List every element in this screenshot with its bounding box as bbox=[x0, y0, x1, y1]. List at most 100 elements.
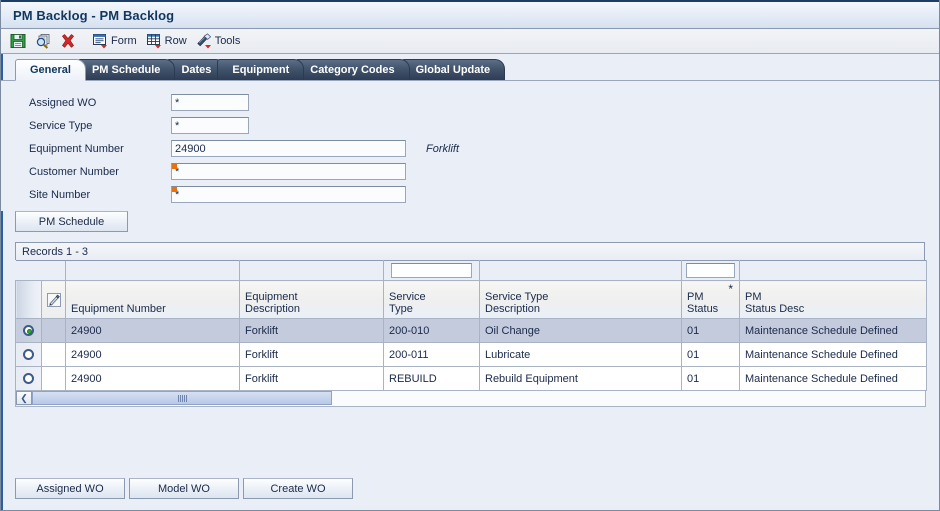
field-row-assigned-wo: Assigned WO bbox=[1, 91, 939, 114]
tab-general-label: General bbox=[30, 64, 71, 76]
filter-cell-pm-status bbox=[681, 260, 740, 281]
save-button[interactable] bbox=[7, 31, 29, 52]
find-button[interactable] bbox=[32, 31, 54, 52]
delete-icon bbox=[60, 33, 76, 49]
tab-global-update[interactable]: Global Update bbox=[400, 59, 506, 80]
site-number-input[interactable] bbox=[171, 186, 406, 203]
filter-cell-selector bbox=[15, 260, 42, 281]
filter-cell-service-type bbox=[383, 260, 480, 281]
grid-horizontal-scrollbar[interactable]: ❮ bbox=[15, 391, 926, 407]
header-pm-status-desc-line2: Status Desc bbox=[745, 303, 805, 315]
main-toolbar: Form Row Tools bbox=[1, 29, 939, 54]
table-row[interactable]: 24900 Forklift REBUILD Rebuild Equipment… bbox=[15, 366, 927, 391]
grid-zone: PM Schedule Records 1 - 3 Equipment Numb… bbox=[1, 211, 939, 407]
cell-service-type: REBUILD bbox=[383, 366, 480, 391]
cell-pm-status: 01 bbox=[681, 318, 740, 343]
pm-schedule-button[interactable]: PM Schedule bbox=[15, 211, 128, 232]
filter-cell-equipment-description bbox=[239, 260, 384, 281]
row-selector-cell[interactable] bbox=[15, 318, 42, 343]
equipment-number-label: Equipment Number bbox=[29, 142, 124, 155]
customer-number-input[interactable] bbox=[171, 163, 406, 180]
header-equipment-description[interactable]: Equipment Description bbox=[239, 280, 384, 319]
footer-button-bar: Assigned WO Model WO Create WO bbox=[15, 478, 353, 499]
equipment-number-input[interactable] bbox=[171, 140, 406, 157]
row-selector-cell[interactable] bbox=[15, 342, 42, 367]
cell-equipment-description: Forklift bbox=[239, 366, 384, 391]
table-row[interactable]: 24900 Forklift 200-011 Lubricate 01 Main… bbox=[15, 342, 927, 367]
tools-menu-button[interactable]: Tools bbox=[193, 31, 244, 52]
grip-icon bbox=[177, 394, 187, 402]
field-row-customer-number: Customer Number bbox=[1, 160, 939, 183]
cell-pm-status-desc: Maintenance Schedule Defined bbox=[739, 342, 927, 367]
equipment-description-text: Forklift bbox=[426, 142, 459, 155]
tab-pm-schedule-label: PM Schedule bbox=[91, 64, 161, 76]
row-edit-cell[interactable] bbox=[41, 342, 66, 367]
row-menu-label: Row bbox=[164, 35, 187, 47]
cell-equipment-description: Forklift bbox=[239, 318, 384, 343]
window-title-bar: PM Backlog - PM Backlog bbox=[1, 0, 939, 29]
save-icon bbox=[10, 33, 26, 49]
form-icon bbox=[92, 33, 108, 49]
create-wo-button[interactable]: Create WO bbox=[243, 478, 353, 499]
find-icon bbox=[35, 33, 51, 49]
row-radio-icon[interactable] bbox=[23, 373, 34, 385]
grid-filter-row bbox=[15, 260, 927, 281]
header-equipment-number[interactable]: Equipment Number bbox=[65, 280, 240, 319]
row-radio-icon[interactable] bbox=[23, 349, 34, 361]
cell-service-type: 200-011 bbox=[383, 342, 480, 367]
tab-pm-schedule[interactable]: PM Schedule bbox=[76, 59, 176, 80]
tools-menu-label: Tools bbox=[214, 35, 241, 47]
row-radio-icon[interactable] bbox=[23, 325, 34, 337]
header-equipment-number-label: Equipment Number bbox=[71, 303, 166, 315]
assigned-wo-button[interactable]: Assigned WO bbox=[15, 478, 125, 499]
row-selector-cell[interactable] bbox=[15, 366, 42, 391]
delete-button[interactable] bbox=[57, 31, 79, 52]
filter-cell-equipment-number bbox=[65, 260, 240, 281]
header-service-type-line2: Type bbox=[389, 303, 413, 315]
row-menu-button[interactable]: Row bbox=[143, 31, 190, 52]
row-icon bbox=[146, 33, 162, 49]
cell-service-type-description: Rebuild Equipment bbox=[479, 366, 682, 391]
records-count-label: Records 1 - 3 bbox=[22, 245, 89, 258]
tab-global-update-label: Global Update bbox=[415, 64, 491, 76]
form-menu-label: Form bbox=[111, 35, 137, 47]
header-pm-status-desc[interactable]: PM Status Desc bbox=[739, 280, 927, 319]
row-edit-cell[interactable] bbox=[41, 366, 66, 391]
tab-equipment[interactable]: Equipment bbox=[217, 59, 305, 80]
pencil-icon bbox=[46, 292, 62, 308]
table-row[interactable]: 24900 Forklift 200-010 Oil Change 01 Mai… bbox=[15, 318, 927, 343]
cell-equipment-number: 24900 bbox=[65, 366, 240, 391]
filter-input-pm-status[interactable] bbox=[685, 263, 735, 278]
row-edit-cell[interactable] bbox=[41, 318, 66, 343]
customer-number-label: Customer Number bbox=[29, 165, 119, 178]
pm-schedule-grid: Equipment Number Equipment Description S… bbox=[15, 260, 927, 391]
cell-pm-status-desc: Maintenance Schedule Defined bbox=[739, 366, 927, 391]
header-service-type-description-line2: Description bbox=[485, 303, 541, 315]
assigned-wo-input[interactable] bbox=[171, 94, 249, 111]
page-title: PM Backlog - PM Backlog bbox=[13, 7, 175, 23]
service-type-input-wrap bbox=[171, 117, 249, 134]
tab-general[interactable]: General bbox=[15, 59, 86, 81]
header-service-type-description-line1: Service Type bbox=[485, 291, 549, 303]
filter-input-service-type[interactable] bbox=[390, 263, 473, 278]
site-number-input-wrap bbox=[171, 186, 406, 203]
scroll-left-arrow-icon[interactable]: ❮ bbox=[16, 391, 32, 405]
tab-dates-label: Dates bbox=[181, 64, 212, 76]
header-pm-status[interactable]: * PM Status bbox=[681, 280, 740, 319]
scrollbar-thumb[interactable] bbox=[32, 391, 332, 405]
header-service-type-description[interactable]: Service Type Description bbox=[479, 280, 682, 319]
field-row-site-number: Site Number bbox=[1, 183, 939, 206]
field-row-service-type: Service Type bbox=[1, 114, 939, 137]
filter-cell-pm-status-desc bbox=[739, 260, 927, 281]
tab-category-codes[interactable]: Category Codes bbox=[295, 59, 410, 80]
scrollbar-track[interactable] bbox=[32, 391, 925, 406]
required-marker-icon bbox=[172, 164, 177, 169]
model-wo-button[interactable]: Model WO bbox=[129, 478, 239, 499]
header-service-type[interactable]: Service Type bbox=[383, 280, 480, 319]
cell-pm-status: 01 bbox=[681, 342, 740, 367]
header-edit-cell[interactable] bbox=[41, 280, 66, 319]
tab-equipment-label: Equipment bbox=[232, 64, 290, 76]
customer-number-input-wrap bbox=[171, 163, 406, 180]
service-type-input[interactable] bbox=[171, 117, 249, 134]
form-menu-button[interactable]: Form bbox=[89, 31, 140, 52]
